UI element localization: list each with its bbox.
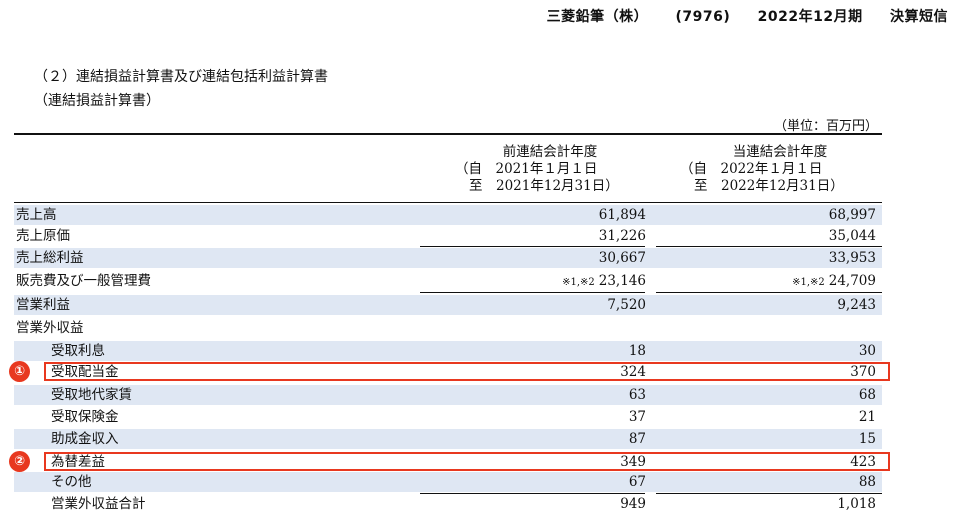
row-value-cur: 30 — [858, 343, 876, 359]
row-label: 受取地代家賃 — [51, 387, 132, 403]
table-row: 営業外収益 — [14, 318, 882, 338]
value: 23,146 — [598, 273, 646, 289]
row-label: 販売費及び一般管理費 — [16, 273, 151, 289]
row-value-prev: 63 — [628, 387, 646, 403]
fiscal-period: 2022年12月期 — [757, 9, 863, 25]
table-row: 助成金収入 87 15 — [14, 429, 882, 449]
row-value-cur: 35,044 — [828, 228, 876, 244]
row-label: 受取保険金 — [51, 409, 119, 425]
row-value-cur: ※1,※2 24,709 — [792, 271, 876, 293]
note-mark: ※1,※2 — [792, 277, 825, 288]
company-name: 三菱鉛筆（株） — [546, 9, 649, 25]
table-row: 営業利益 7,520 9,243 — [14, 295, 882, 315]
annotation-marker-2: ② — [9, 451, 30, 472]
row-value-prev: 67 — [628, 474, 646, 490]
column-header-prev: 前連結会計年度 （自 2021年１月１日 至 2021年12月31日） — [455, 144, 645, 195]
row-label: 受取利息 — [51, 343, 105, 359]
value: 24,709 — [828, 273, 876, 289]
subtotal-rule-cur — [656, 292, 882, 293]
column-header-cur: 当連結会計年度 （自 2022年１月１日 至 2022年12月31日） — [680, 144, 880, 195]
highlight-box-2 — [44, 452, 890, 471]
column-prev-to: 至 2021年12月31日） — [469, 178, 619, 194]
row-value-prev: 18 — [628, 343, 646, 359]
row-label: 営業利益 — [16, 297, 70, 313]
row-label: 営業外収益 — [16, 320, 84, 336]
table-row: 販売費及び一般管理費 ※1,※2 23,146 ※1,※2 24,709 — [14, 271, 882, 291]
section-title: （２）連結損益計算書及び連結包括利益計算書 — [34, 69, 328, 85]
highlight-box-1 — [44, 362, 890, 381]
column-cur-to: 至 2022年12月31日） — [694, 178, 844, 194]
row-value-prev: 87 — [628, 431, 646, 447]
row-label: 売上原価 — [16, 228, 70, 244]
table-row: 受取保険金 37 21 — [14, 407, 882, 427]
row-value-cur: 15 — [858, 431, 876, 447]
row-value-prev: 30,667 — [598, 250, 646, 266]
column-prev-title: 前連結会計年度 — [502, 144, 598, 160]
table-row: 営業外収益合計 949 1,018 — [14, 494, 882, 514]
row-value-cur: 88 — [858, 474, 876, 490]
stock-code: (7976) — [675, 9, 731, 25]
column-cur-from: （自 2022年１月１日 — [680, 161, 823, 177]
row-label: 売上総利益 — [16, 250, 84, 266]
row-label: 助成金収入 — [51, 431, 119, 447]
subtotal-rule-prev — [420, 292, 645, 293]
note-mark: ※1,※2 — [562, 277, 595, 288]
header-rule — [14, 202, 882, 203]
unit-label: （単位：百万円） — [773, 119, 878, 134]
table-row: 受取利息 18 30 — [14, 341, 882, 361]
column-prev-from: （自 2021年１月１日 — [455, 161, 598, 177]
row-value-prev: 61,894 — [598, 207, 646, 223]
table-row: 売上総利益 30,667 33,953 — [14, 248, 882, 268]
row-label: 営業外収益合計 — [51, 496, 146, 512]
table-row: 売上高 61,894 68,997 — [14, 205, 882, 225]
column-cur-title: 当連結会計年度 — [732, 144, 828, 160]
document-type: 決算短信 — [890, 9, 948, 25]
table-row: 受取地代家賃 63 68 — [14, 385, 882, 405]
row-value-prev: 31,226 — [598, 228, 646, 244]
row-value-prev: 949 — [620, 496, 646, 512]
table-top-rule — [14, 133, 882, 135]
row-label: 売上高 — [16, 207, 57, 223]
row-value-cur: 33,953 — [828, 250, 876, 266]
subtotal-rule-cur — [656, 246, 882, 247]
row-value-prev: 37 — [628, 409, 646, 425]
row-value-prev: ※1,※2 23,146 — [562, 271, 646, 293]
row-label: その他 — [51, 474, 92, 490]
row-value-cur: 9,243 — [837, 297, 876, 313]
subtotal-rule-prev — [420, 246, 645, 247]
section-subtitle: （連結損益計算書） — [34, 93, 160, 109]
row-value-cur: 21 — [858, 409, 876, 425]
table-row: 売上原価 31,226 35,044 — [14, 226, 882, 246]
row-value-cur: 1,018 — [837, 496, 876, 512]
row-value-prev: 7,520 — [607, 297, 646, 313]
row-value-cur: 68,997 — [828, 207, 876, 223]
annotation-marker-1: ① — [9, 361, 30, 382]
row-value-cur: 68 — [858, 387, 876, 403]
document-header: 三菱鉛筆（株） (7976) 2022年12月期 決算短信 — [525, 6, 948, 26]
table-row: その他 67 88 — [14, 472, 882, 492]
